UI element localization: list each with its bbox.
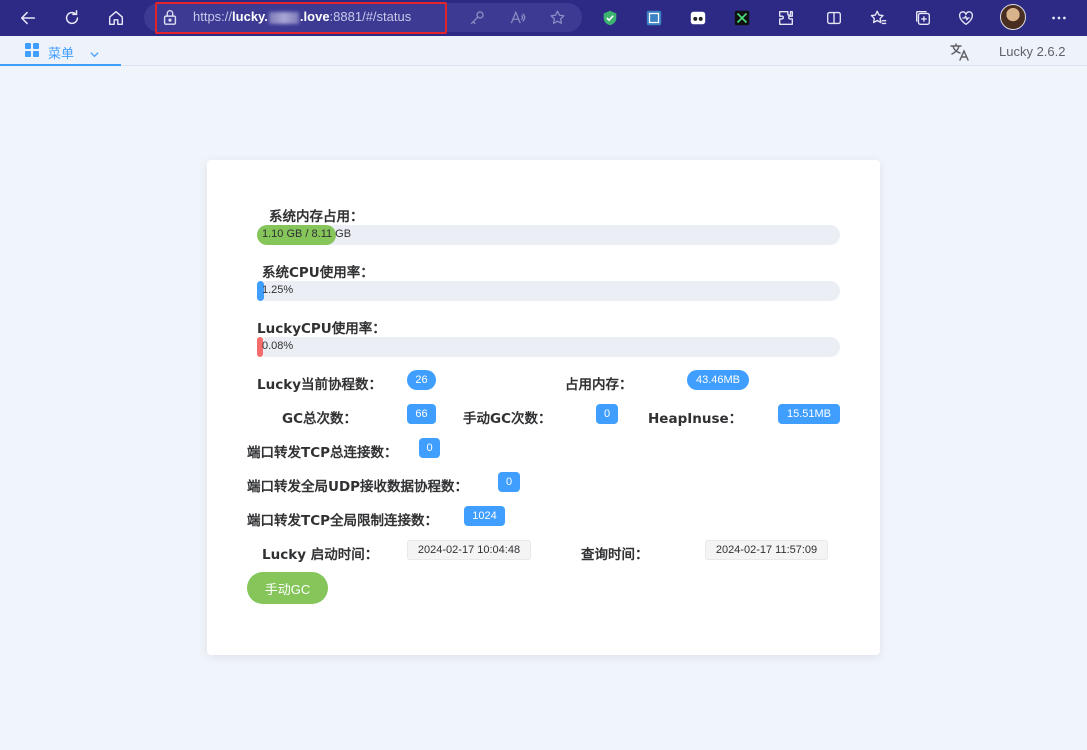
udp-goroutines-label: 端口转发全局UDP接收数据协程数：	[247, 479, 469, 495]
favorite-star-icon[interactable]	[547, 7, 567, 27]
goroutines-badge: 26	[407, 370, 436, 390]
menu-grid-icon	[25, 43, 39, 57]
scissors-extension-icon[interactable]	[729, 5, 755, 31]
tcp-limit-label: 端口转发TCP全局限制连接数：	[247, 513, 439, 529]
tcp-limit-badge: 1024	[464, 506, 505, 526]
manual-gc-count-label: 手动GC次数：	[463, 411, 552, 427]
version-label: Lucky 2.6.2	[999, 44, 1066, 59]
key-icon[interactable]	[467, 7, 487, 27]
browser-toolbar: https://lucky. .love:8881/#/status	[0, 0, 1087, 36]
mem-usage-label: 系统内存占用：	[269, 209, 364, 225]
url-highlight-box	[155, 2, 447, 34]
back-arrow-icon[interactable]	[15, 5, 41, 31]
video-extension-icon[interactable]	[685, 5, 711, 31]
goroutines-label: Lucky当前协程数：	[257, 377, 382, 393]
cpu-progress-text: 1.25%	[262, 284, 294, 296]
start-time-value: 2024-02-17 10:04:48	[407, 540, 531, 560]
lucky-cpu-label: LuckyCPU使用率：	[257, 321, 386, 337]
manual-gc-button[interactable]: 手动GC	[247, 572, 328, 604]
mem-used-label: 占用内存：	[565, 377, 633, 393]
mem-progress-bar: 1.10 GB / 8.11 GB	[257, 225, 840, 245]
browser-essentials-icon[interactable]	[953, 5, 979, 31]
cpu-progress-bar: 1.25%	[257, 281, 840, 301]
more-icon[interactable]	[1046, 5, 1072, 31]
cpu-usage-label: 系统CPU使用率：	[262, 265, 374, 281]
profile-avatar[interactable]	[1000, 4, 1026, 30]
heap-inuse-label: HeapInuse：	[648, 411, 743, 427]
tcp-total-label: 端口转发TCP总连接数：	[247, 445, 398, 461]
tcp-total-badge: 0	[419, 438, 440, 458]
home-icon[interactable]	[103, 5, 129, 31]
favorites-icon[interactable]	[866, 5, 892, 31]
mem-progress-text: 1.10 GB / 8.11 GB	[262, 228, 352, 240]
collections-icon[interactable]	[910, 5, 936, 31]
shield-extension-icon[interactable]	[597, 5, 623, 31]
start-time-label: Lucky 启动时间：	[262, 547, 379, 563]
read-aloud-icon[interactable]	[507, 7, 527, 27]
blue-extension-icon[interactable]	[641, 5, 667, 31]
app-nav-bar: 菜单 Lucky 2.6.2	[0, 36, 1087, 66]
split-screen-icon[interactable]	[821, 5, 847, 31]
gc-total-label: GC总次数：	[282, 411, 357, 427]
refresh-icon[interactable]	[59, 5, 85, 31]
lucky-cpu-progress-text: 0.08%	[262, 340, 294, 352]
extensions-puzzle-icon[interactable]	[773, 5, 799, 31]
query-time-label: 查询时间：	[581, 547, 649, 563]
heap-inuse-badge: 15.51MB	[778, 404, 840, 424]
translate-icon[interactable]	[949, 41, 971, 63]
mem-used-badge: 43.46MB	[687, 370, 749, 390]
query-time-value: 2024-02-17 11:57:09	[705, 540, 828, 560]
menu-button[interactable]: 菜单	[0, 36, 121, 66]
gc-total-badge: 66	[407, 404, 436, 424]
udp-goroutines-badge: 0	[498, 472, 520, 492]
manual-gc-count-badge: 0	[596, 404, 618, 424]
lucky-cpu-progress-bar: 0.08%	[257, 337, 840, 357]
status-card: 系统内存占用： 1.10 GB / 8.11 GB 系统CPU使用率： 1.25…	[207, 160, 880, 655]
menu-label: 菜单	[48, 47, 75, 62]
chevron-down-icon	[89, 45, 100, 58]
